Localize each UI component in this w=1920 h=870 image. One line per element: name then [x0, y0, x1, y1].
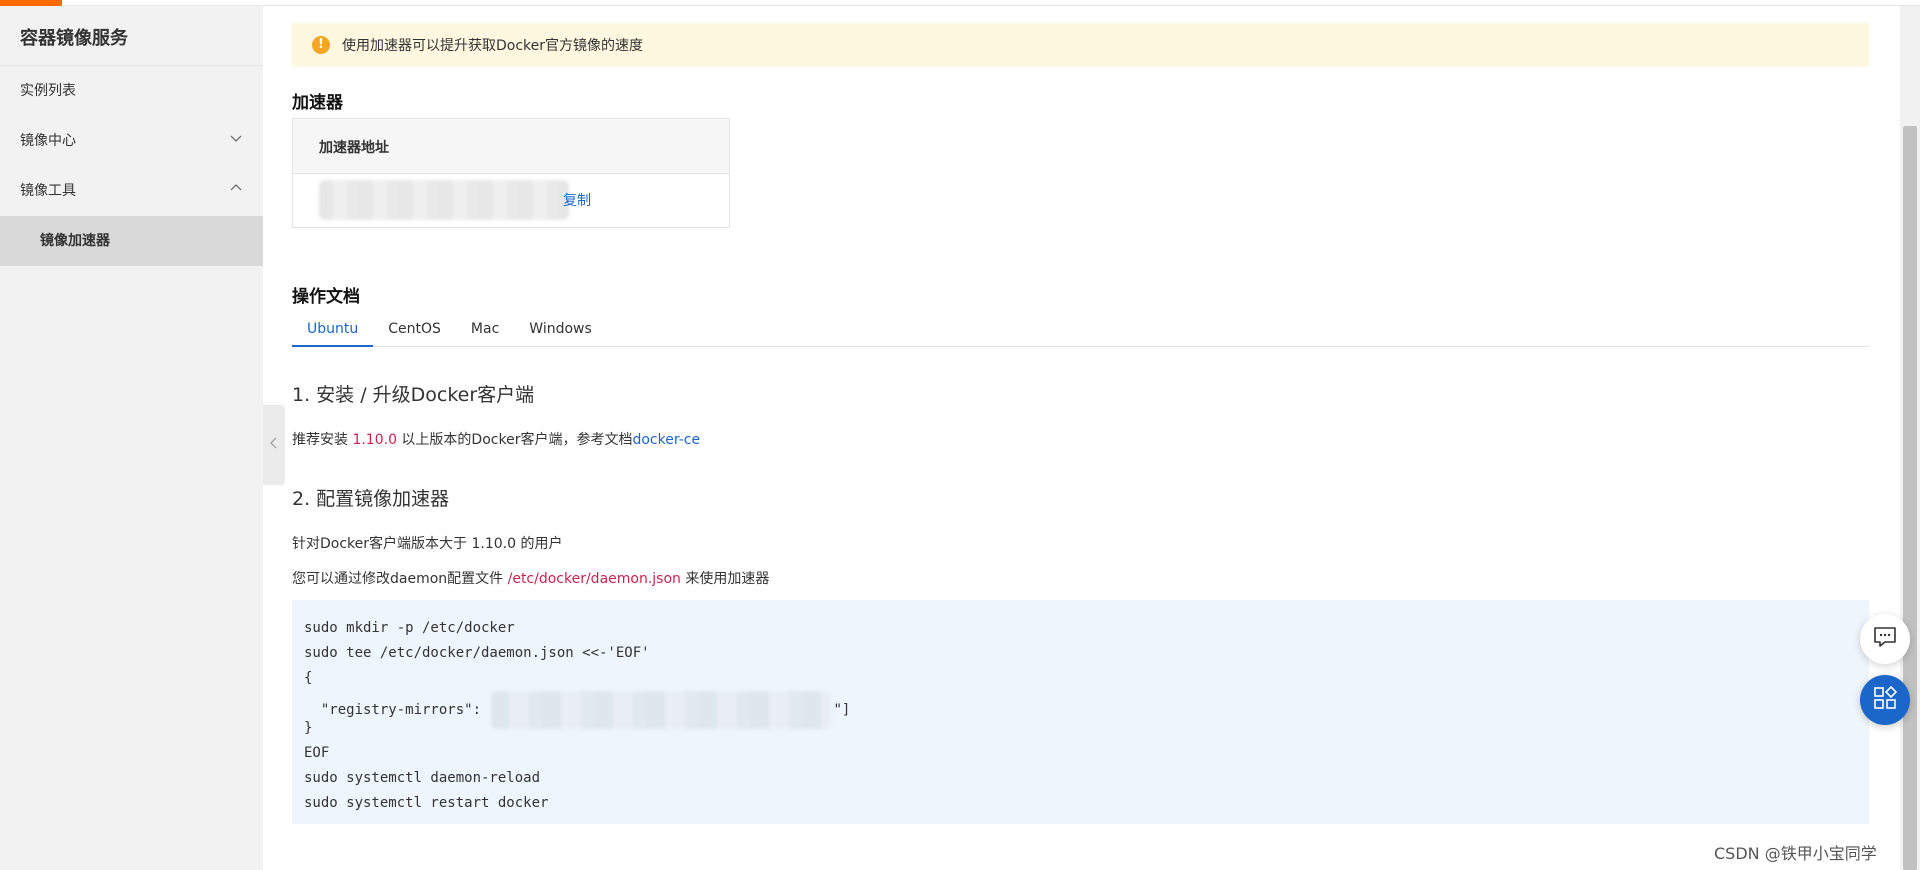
chat-icon: [1873, 626, 1897, 652]
accelerator-heading: 加速器: [292, 93, 343, 113]
code-line: sudo tee /etc/docker/daemon.json <<-'EOF…: [304, 645, 650, 661]
sidebar-item-label: 实例列表: [20, 83, 76, 99]
code-block[interactable]: sudo mkdir -p /etc/docker sudo tee /etc/…: [292, 600, 1869, 824]
sidebar-item-image-tools[interactable]: 镜像工具: [0, 166, 263, 216]
code-line: EOF: [304, 745, 330, 761]
warning-icon: !: [312, 36, 330, 54]
tab-windows[interactable]: Windows: [514, 314, 607, 347]
step1-title: 1. 安装 / 升级Docker客户端: [292, 384, 535, 406]
feedback-chat-button[interactable]: [1860, 614, 1910, 664]
sidebar: 容器镜像服务 实例列表 镜像中心 镜像工具 镜像加速器: [0, 6, 263, 870]
sidebar-item-image-accelerator[interactable]: 镜像加速器: [0, 216, 263, 266]
apps-button[interactable]: [1860, 675, 1910, 725]
table-row: 复制: [293, 174, 729, 227]
sidebar-item-label: 镜像中心: [20, 133, 76, 149]
alert-text: 使用加速器可以提升获取Docker官方镜像的速度: [342, 38, 644, 54]
chevron-up-icon: [229, 166, 243, 216]
code-line: sudo systemctl daemon-reload: [304, 770, 541, 786]
version-text: 1.10.0: [352, 432, 397, 448]
sidebar-item-instances[interactable]: 实例列表: [0, 66, 263, 116]
scrollbar-thumb[interactable]: [1903, 126, 1917, 870]
sidebar-item-label: 镜像工具: [20, 183, 76, 199]
redacted-accelerator-address: [319, 180, 569, 220]
code-line: sudo mkdir -p /etc/docker: [304, 620, 515, 636]
code-line: {: [304, 670, 313, 686]
watermark: CSDN @铁甲小宝同学: [1714, 844, 1877, 863]
sidebar-item-image-center[interactable]: 镜像中心: [0, 116, 263, 166]
daemon-path: /etc/docker/daemon.json: [507, 571, 681, 587]
code-line: sudo systemctl restart docker: [304, 795, 549, 811]
step2-line1: 针对Docker客户端版本大于 1.10.0 的用户: [292, 536, 563, 552]
code-line-mirrors: "registry-mirrors": "]: [304, 691, 1857, 729]
tab-centos[interactable]: CentOS: [373, 314, 456, 347]
table-header: 加速器地址: [293, 119, 729, 174]
step1-prefix: 推荐安装: [292, 432, 353, 448]
copy-link[interactable]: 复制: [563, 190, 591, 210]
step2-prefix: 您可以通过修改daemon配置文件: [292, 571, 508, 587]
tab-mac[interactable]: Mac: [456, 314, 514, 347]
step2-title: 2. 配置镜像加速器: [292, 488, 450, 510]
apps-grid-icon: [1873, 685, 1898, 714]
chevron-down-icon: [229, 116, 243, 166]
main-content: ! 使用加速器可以提升获取Docker官方镜像的速度 加速器 加速器地址 复制 …: [292, 6, 1870, 870]
os-tabs: Ubuntu CentOS Mac Windows: [292, 314, 1869, 347]
step1-text: 推荐安装 1.10.0 以上版本的Docker客户端，参考文档docker-ce: [292, 429, 700, 449]
accelerator-table: 加速器地址 复制: [292, 118, 730, 228]
step1-middle: 以上版本的Docker客户端，参考文档: [396, 432, 633, 448]
chevron-left-icon: [269, 435, 279, 454]
tab-ubuntu[interactable]: Ubuntu: [292, 314, 374, 347]
info-alert: ! 使用加速器可以提升获取Docker官方镜像的速度: [292, 23, 1869, 67]
docker-ce-link[interactable]: docker-ce: [632, 432, 700, 448]
code-line: }: [304, 720, 313, 736]
sidebar-title: 容器镜像服务: [0, 6, 263, 66]
sidebar-collapse-handle[interactable]: [263, 405, 285, 485]
docs-heading: 操作文档: [292, 287, 360, 307]
step2-suffix: 来使用加速器: [680, 571, 770, 587]
step2-line2: 您可以通过修改daemon配置文件 /etc/docker/daemon.jso…: [292, 568, 769, 588]
